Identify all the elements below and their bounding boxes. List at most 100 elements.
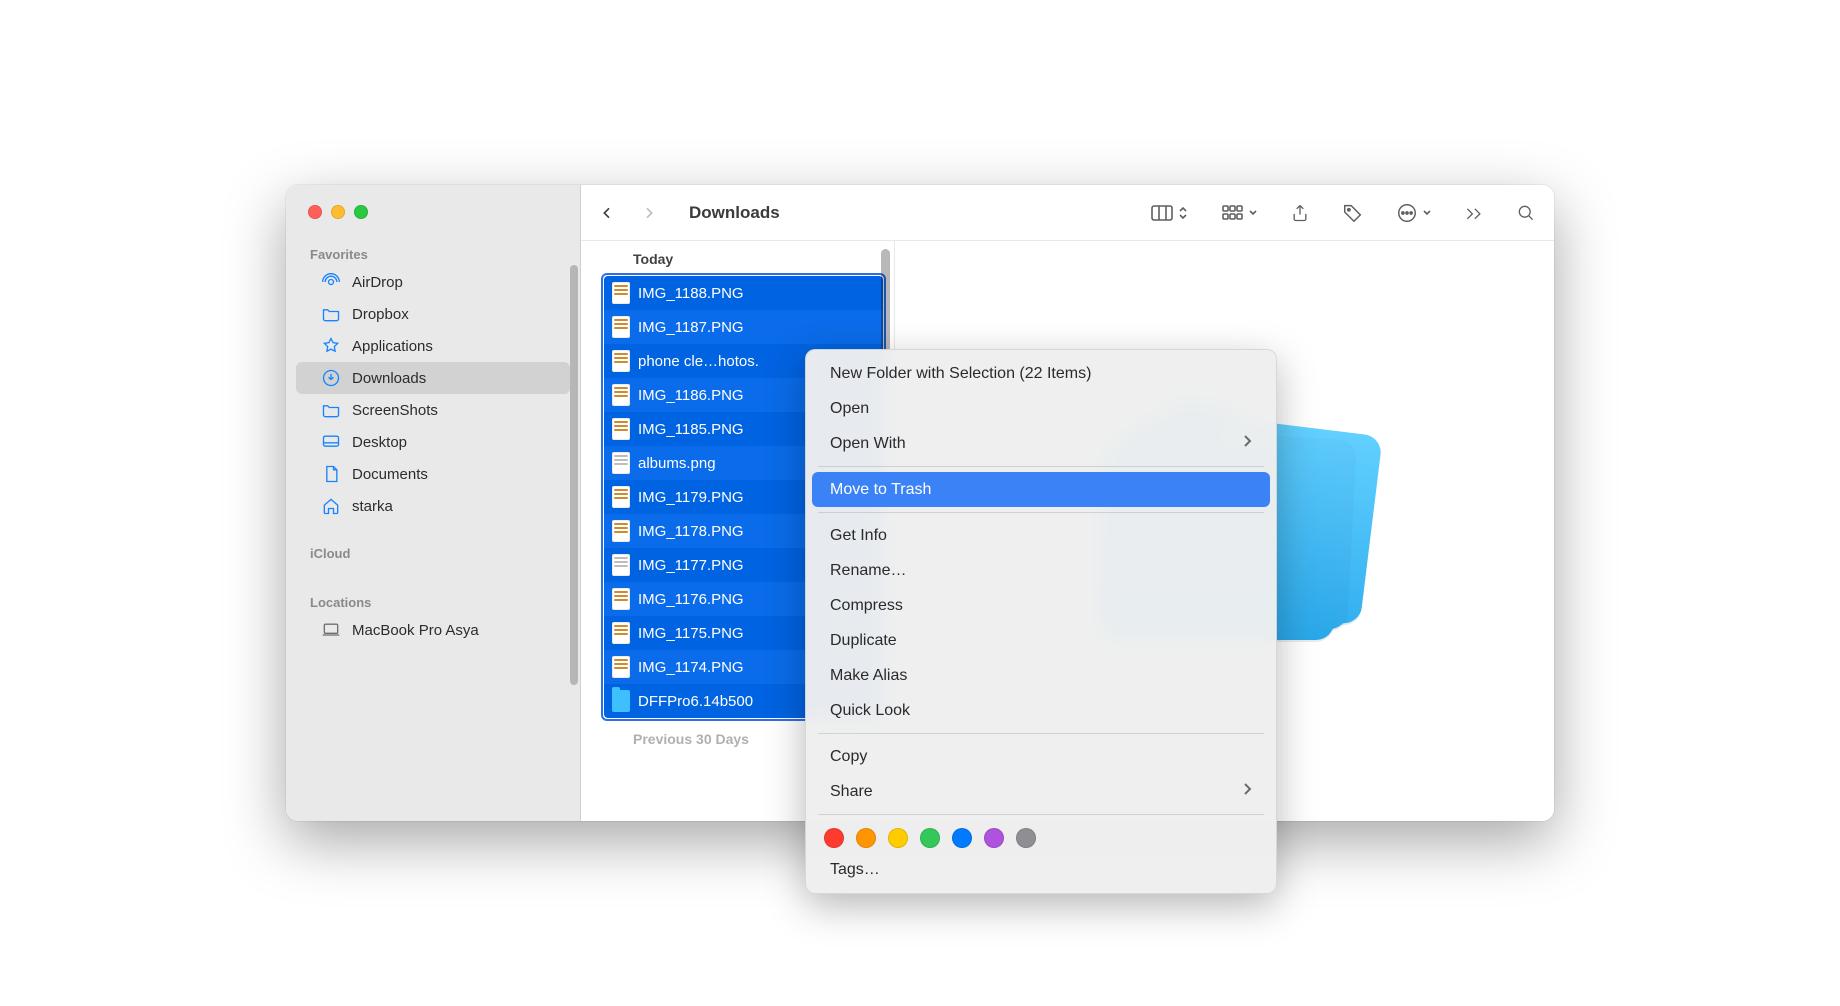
menu-item[interactable]: Move to Trash (812, 472, 1270, 507)
file-row[interactable]: IMG_1187.PNG (604, 310, 883, 344)
image-thumbnail-icon (612, 622, 630, 644)
file-name-label: IMG_1176.PNG (638, 591, 744, 608)
sidebar-item-home[interactable]: starka (296, 490, 570, 522)
fullscreen-button[interactable] (354, 205, 368, 219)
window-controls (286, 205, 580, 241)
sidebar-item-screenshots[interactable]: ScreenShots (296, 394, 570, 426)
folder-icon (320, 399, 342, 421)
menu-item[interactable]: Compress (812, 588, 1270, 623)
menu-item[interactable]: Duplicate (812, 623, 1270, 658)
sidebar-item-label: AirDrop (352, 274, 403, 291)
action-button[interactable] (1396, 202, 1432, 224)
sidebar-item-label: Applications (352, 338, 433, 355)
sidebar-item-desktop[interactable]: Desktop (296, 426, 570, 458)
menu-item[interactable]: Copy (812, 739, 1270, 774)
overflow-button[interactable] (1464, 206, 1484, 220)
chevron-right-icon (1243, 434, 1252, 453)
tag-color-dot[interactable] (824, 828, 844, 848)
image-thumbnail-icon (612, 588, 630, 610)
menu-item[interactable]: New Folder with Selection (22 Items) (812, 356, 1270, 391)
menu-item-label: Get Info (830, 527, 887, 545)
tag-color-dot[interactable] (856, 828, 876, 848)
sidebar-item-label: ScreenShots (352, 402, 438, 419)
tag-color-dot[interactable] (984, 828, 1004, 848)
sidebar-item-label: Desktop (352, 434, 407, 451)
back-button[interactable] (599, 203, 615, 223)
sidebar-item-downloads[interactable]: Downloads (296, 362, 570, 394)
image-thumbnail-icon (612, 656, 630, 678)
menu-item-label: Open With (830, 435, 906, 453)
sidebar-section-icloud: iCloud (286, 540, 580, 565)
image-thumbnail-icon (612, 486, 630, 508)
image-thumbnail-icon (612, 316, 630, 338)
sidebar: Favorites AirDrop Dropbox Applications (286, 185, 581, 821)
file-name-label: DFFPro6.14b500 (638, 693, 753, 710)
tag-color-dot[interactable] (888, 828, 908, 848)
folder-icon (320, 303, 342, 325)
folder-icon (612, 690, 630, 712)
file-name-label: IMG_1174.PNG (638, 659, 744, 676)
group-button[interactable] (1220, 203, 1258, 223)
file-name-label: IMG_1178.PNG (638, 523, 744, 540)
forward-button[interactable] (641, 203, 657, 223)
menu-item-label: Move to Trash (830, 481, 931, 499)
sidebar-section-favorites: Favorites (286, 241, 580, 266)
window-title: Downloads (689, 203, 780, 223)
sidebar-item-macbook[interactable]: MacBook Pro Asya (296, 614, 570, 646)
file-name-label: IMG_1177.PNG (638, 557, 744, 574)
close-button[interactable] (308, 205, 322, 219)
image-thumbnail-icon (612, 350, 630, 372)
menu-item[interactable]: Make Alias (812, 658, 1270, 693)
sidebar-item-dropbox[interactable]: Dropbox (296, 298, 570, 330)
image-thumbnail-icon (612, 554, 630, 576)
view-mode-button[interactable] (1150, 203, 1188, 223)
menu-separator (818, 814, 1264, 815)
download-icon (320, 367, 342, 389)
sidebar-item-label: Downloads (352, 370, 426, 387)
search-button[interactable] (1516, 203, 1536, 223)
sidebar-item-documents[interactable]: Documents (296, 458, 570, 490)
file-name-label: IMG_1179.PNG (638, 489, 744, 506)
menu-item[interactable]: Open With (812, 426, 1270, 461)
menu-item-label: Share (830, 783, 873, 801)
menu-item-label: Copy (830, 748, 867, 766)
desktop-icon (320, 431, 342, 453)
file-row[interactable]: IMG_1188.PNG (604, 276, 883, 310)
file-name-label: IMG_1187.PNG (638, 319, 744, 336)
file-name-label: IMG_1186.PNG (638, 387, 744, 404)
menu-item[interactable]: Open (812, 391, 1270, 426)
menu-item-label: New Folder with Selection (22 Items) (830, 365, 1091, 383)
file-name-label: IMG_1175.PNG (638, 625, 744, 642)
menu-item[interactable]: Tags… (812, 852, 1270, 887)
sidebar-item-label: Documents (352, 466, 428, 483)
file-section-title: Today (601, 249, 886, 273)
tags-button[interactable] (1342, 202, 1364, 224)
menu-separator (818, 512, 1264, 513)
sidebar-item-applications[interactable]: Applications (296, 330, 570, 362)
sidebar-section-locations: Locations (286, 589, 580, 614)
file-name-label: albums.png (638, 455, 716, 472)
file-name-label: phone cle…hotos. (638, 353, 759, 370)
menu-item-label: Make Alias (830, 667, 907, 685)
sidebar-item-label: starka (352, 498, 393, 515)
image-thumbnail-icon (612, 282, 630, 304)
menu-separator (818, 733, 1264, 734)
menu-item[interactable]: Share (812, 774, 1270, 809)
sidebar-item-label: Dropbox (352, 306, 409, 323)
menu-item[interactable]: Get Info (812, 518, 1270, 553)
sidebar-scrollbar[interactable] (570, 265, 578, 685)
tag-color-dot[interactable] (952, 828, 972, 848)
menu-item-label: Tags… (830, 861, 880, 879)
menu-item[interactable]: Rename… (812, 553, 1270, 588)
toolbar: Downloads (581, 185, 1554, 241)
menu-item[interactable]: Quick Look (812, 693, 1270, 728)
share-button[interactable] (1290, 202, 1310, 224)
tag-color-row (806, 820, 1276, 852)
sidebar-item-label: MacBook Pro Asya (352, 622, 479, 639)
sidebar-item-airdrop[interactable]: AirDrop (296, 266, 570, 298)
minimize-button[interactable] (331, 205, 345, 219)
document-icon (320, 463, 342, 485)
tag-color-dot[interactable] (1016, 828, 1036, 848)
tag-color-dot[interactable] (920, 828, 940, 848)
menu-item-label: Quick Look (830, 702, 910, 720)
